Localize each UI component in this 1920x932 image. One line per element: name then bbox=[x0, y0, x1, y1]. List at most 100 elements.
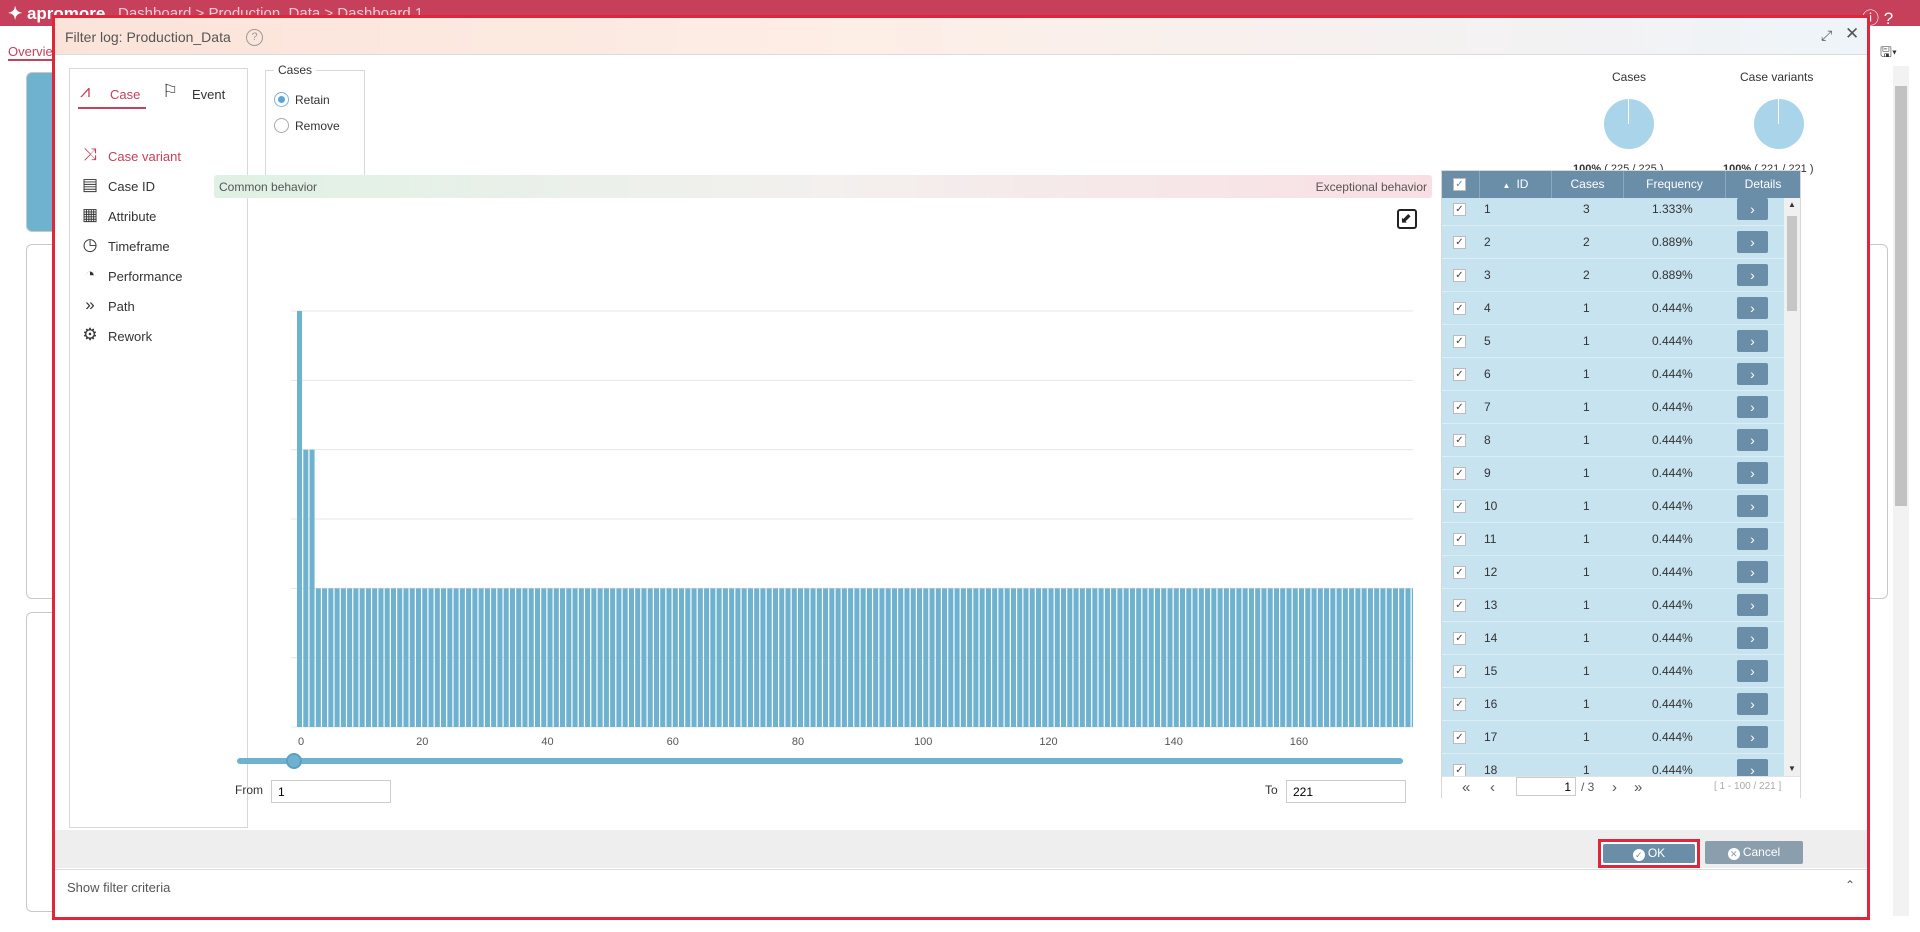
row-checkbox[interactable]: ✓ bbox=[1453, 698, 1466, 711]
first-page-icon[interactable]: « bbox=[1462, 779, 1470, 796]
row-checkbox[interactable]: ✓ bbox=[1453, 764, 1466, 776]
table-row[interactable]: ✓ 5 1 0.444% › bbox=[1442, 325, 1784, 358]
column-header-cases[interactable]: Cases bbox=[1552, 171, 1624, 198]
details-button[interactable]: › bbox=[1737, 627, 1768, 649]
details-button[interactable]: › bbox=[1737, 693, 1768, 715]
details-button[interactable]: › bbox=[1737, 231, 1768, 253]
details-button[interactable]: › bbox=[1737, 297, 1768, 319]
chevron-up-icon[interactable]: ⌃ bbox=[1845, 878, 1855, 892]
table-row[interactable]: ✓ 3 2 0.889% › bbox=[1442, 259, 1784, 292]
retain-option[interactable]: Retain bbox=[274, 90, 364, 110]
details-button[interactable]: › bbox=[1737, 264, 1768, 286]
save-icon[interactable]: 🖫▾ bbox=[1880, 42, 1897, 66]
details-button[interactable]: › bbox=[1737, 660, 1768, 682]
last-page-icon[interactable]: » bbox=[1634, 779, 1642, 796]
ok-button[interactable]: ✓ OK bbox=[1603, 844, 1695, 863]
prev-page-icon[interactable]: ‹ bbox=[1490, 779, 1495, 796]
table-row[interactable]: ✓ 6 1 0.444% › bbox=[1442, 358, 1784, 391]
retain-radio[interactable] bbox=[274, 92, 289, 107]
table-row[interactable]: ✓ 8 1 0.444% › bbox=[1442, 424, 1784, 457]
details-button[interactable]: › bbox=[1737, 528, 1768, 550]
table-row[interactable]: ✓ 12 1 0.444% › bbox=[1442, 556, 1784, 589]
gauge-icon: ◔ bbox=[84, 265, 96, 284]
row-checkbox[interactable]: ✓ bbox=[1453, 236, 1466, 249]
remove-radio[interactable] bbox=[274, 118, 289, 133]
filter-criteria-bar[interactable]: Show filter criteria ⌃ bbox=[55, 869, 1867, 903]
row-checkbox[interactable]: ✓ bbox=[1453, 665, 1466, 678]
row-checkbox[interactable]: ✓ bbox=[1453, 434, 1466, 447]
table-row[interactable]: ✓ 10 1 0.444% › bbox=[1442, 490, 1784, 523]
tab-event[interactable]: ⚐ Event bbox=[160, 79, 240, 109]
select-all-header[interactable]: ✓ bbox=[1442, 171, 1480, 198]
table-row[interactable]: ✓ 1 3 1.333% › bbox=[1442, 198, 1784, 226]
details-button[interactable]: › bbox=[1737, 429, 1768, 451]
page-scrollbar[interactable] bbox=[1893, 66, 1909, 916]
table-row[interactable]: ✓ 4 1 0.444% › bbox=[1442, 292, 1784, 325]
page-number-input[interactable] bbox=[1516, 777, 1576, 796]
table-row[interactable]: ✓ 14 1 0.444% › bbox=[1442, 622, 1784, 655]
sidebar-item-path[interactable]: » Path bbox=[78, 292, 238, 320]
ok-button-highlight[interactable]: ✓ OK bbox=[1598, 839, 1700, 868]
from-input[interactable] bbox=[271, 780, 391, 803]
table-row[interactable]: ✓ 17 1 0.444% › bbox=[1442, 721, 1784, 754]
details-button[interactable]: › bbox=[1737, 330, 1768, 352]
row-checkbox[interactable]: ✓ bbox=[1453, 368, 1466, 381]
page-scrollbar-thumb[interactable] bbox=[1895, 86, 1907, 506]
row-checkbox[interactable]: ✓ bbox=[1453, 203, 1466, 216]
row-checkbox[interactable]: ✓ bbox=[1453, 401, 1466, 414]
to-input[interactable] bbox=[1286, 780, 1406, 803]
table-row[interactable]: ✓ 18 1 0.444% › bbox=[1442, 754, 1784, 776]
table-row[interactable]: ✓ 7 1 0.444% › bbox=[1442, 391, 1784, 424]
sidebar-item-rework[interactable]: ⚙ Rework bbox=[78, 322, 238, 350]
range-slider-start-handle[interactable] bbox=[286, 753, 302, 769]
row-checkbox[interactable]: ✓ bbox=[1453, 269, 1466, 282]
chart-scale-toggle-button[interactable]: ⬋ bbox=[1397, 209, 1417, 229]
table-row[interactable]: ✓ 16 1 0.444% › bbox=[1442, 688, 1784, 721]
sidebar-item-performance[interactable]: ◔ Performance bbox=[78, 262, 238, 290]
details-button[interactable]: › bbox=[1737, 396, 1768, 418]
row-checkbox[interactable]: ✓ bbox=[1453, 599, 1466, 612]
help-icon[interactable]: ? bbox=[246, 29, 263, 46]
sidebar-item-timeframe[interactable]: ◷ Timeframe bbox=[78, 232, 238, 260]
column-header-id[interactable]: ▲ ID bbox=[1480, 171, 1552, 198]
table-row[interactable]: ✓ 2 2 0.889% › bbox=[1442, 226, 1784, 259]
table-row[interactable]: ✓ 9 1 0.444% › bbox=[1442, 457, 1784, 490]
scroll-down-icon[interactable]: ▼ bbox=[1788, 764, 1796, 773]
table-scrollbar-thumb[interactable] bbox=[1787, 216, 1797, 311]
table-row[interactable]: ✓ 13 1 0.444% › bbox=[1442, 589, 1784, 622]
details-button[interactable]: › bbox=[1737, 726, 1768, 748]
sidebar-item-attribute[interactable]: ▦ Attribute bbox=[78, 202, 238, 230]
details-button[interactable]: › bbox=[1737, 198, 1768, 220]
expand-icon[interactable]: ⤢ bbox=[1821, 27, 1832, 44]
details-button[interactable]: › bbox=[1737, 594, 1768, 616]
row-checkbox[interactable]: ✓ bbox=[1453, 533, 1466, 546]
details-button[interactable]: › bbox=[1737, 363, 1768, 385]
details-button[interactable]: › bbox=[1737, 561, 1768, 583]
table-scrollbar[interactable]: ▲ ▼ bbox=[1784, 198, 1800, 776]
sidebar-item-case-variant[interactable]: ⤨ Case variant bbox=[78, 142, 238, 170]
table-row[interactable]: ✓ 15 1 0.444% › bbox=[1442, 655, 1784, 688]
row-checkbox[interactable]: ✓ bbox=[1453, 632, 1466, 645]
remove-option[interactable]: Remove bbox=[274, 116, 364, 136]
row-checkbox[interactable]: ✓ bbox=[1453, 731, 1466, 744]
row-checkbox[interactable]: ✓ bbox=[1453, 467, 1466, 480]
tab-overview[interactable]: Overvie bbox=[8, 44, 53, 61]
row-checkbox[interactable]: ✓ bbox=[1453, 566, 1466, 579]
column-header-frequency[interactable]: Frequency bbox=[1624, 171, 1726, 198]
tab-case[interactable]: ⩘ Case bbox=[78, 79, 146, 109]
row-checkbox[interactable]: ✓ bbox=[1453, 335, 1466, 348]
row-checkbox[interactable]: ✓ bbox=[1453, 500, 1466, 513]
next-page-icon[interactable]: › bbox=[1612, 779, 1617, 796]
chart-bar bbox=[1367, 588, 1373, 727]
select-all-checkbox[interactable]: ✓ bbox=[1453, 178, 1466, 191]
row-checkbox[interactable]: ✓ bbox=[1453, 302, 1466, 315]
close-icon[interactable]: ✕ bbox=[1845, 24, 1859, 44]
cancel-button[interactable]: ✕ Cancel bbox=[1705, 841, 1803, 864]
details-button[interactable]: › bbox=[1737, 462, 1768, 484]
details-button[interactable]: › bbox=[1737, 495, 1768, 517]
scroll-up-icon[interactable]: ▲ bbox=[1788, 200, 1796, 209]
chart-bar bbox=[948, 588, 954, 727]
details-button[interactable]: › bbox=[1737, 759, 1768, 776]
table-row[interactable]: ✓ 11 1 0.444% › bbox=[1442, 523, 1784, 556]
range-slider-track[interactable] bbox=[237, 758, 1403, 764]
